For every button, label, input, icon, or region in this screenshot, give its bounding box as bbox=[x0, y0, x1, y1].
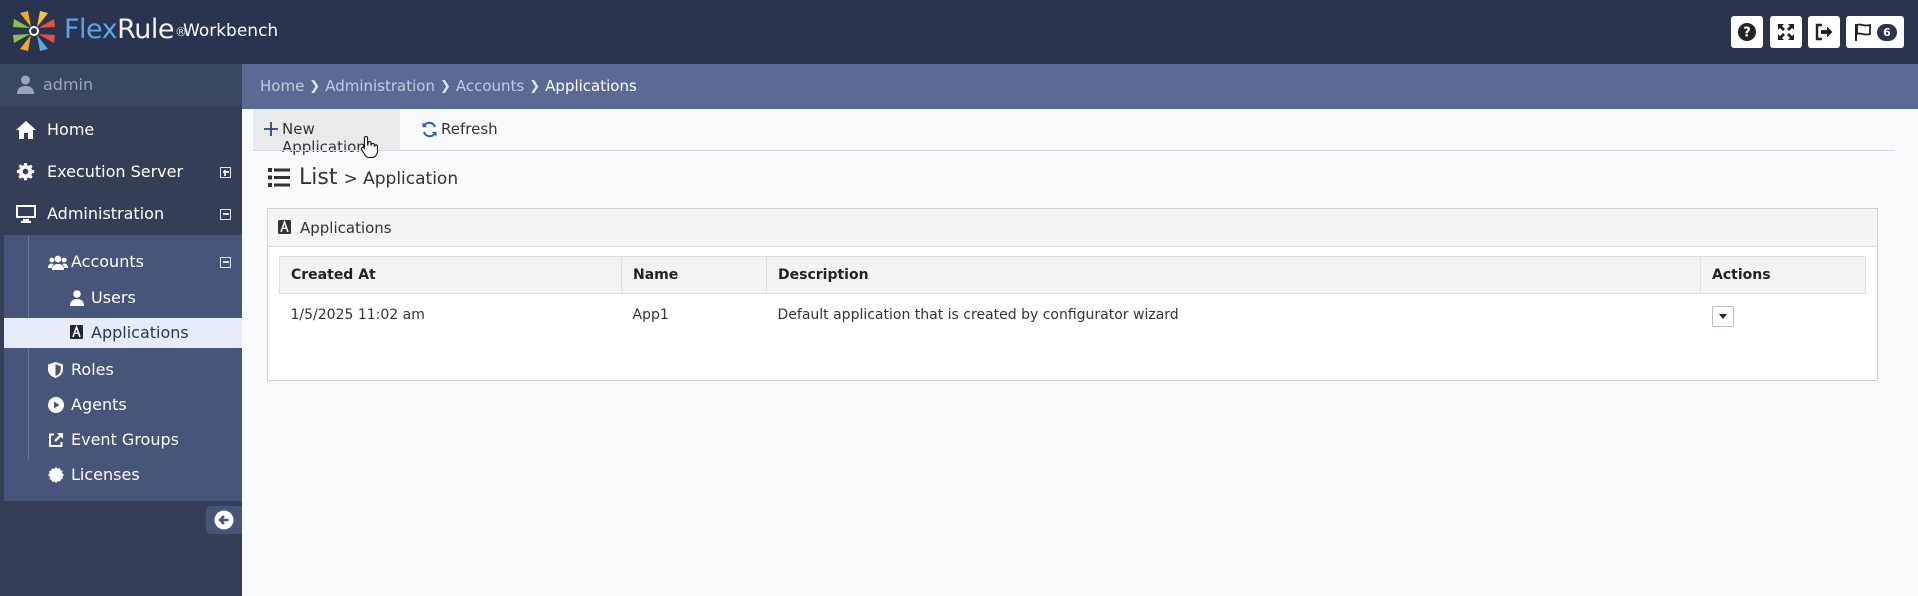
user-icon bbox=[70, 290, 84, 306]
refresh-icon bbox=[422, 121, 437, 138]
breadcrumb-current: Applications bbox=[545, 77, 637, 95]
breadcrumb: Home ❯ Administration ❯ Accounts ❯ Appli… bbox=[260, 77, 637, 95]
sidebar-item-execution-server[interactable]: Execution Server bbox=[0, 162, 242, 186]
breadcrumb-bar: Home ❯ Administration ❯ Accounts ❯ Appli… bbox=[242, 64, 1918, 109]
sidebar-item-event-groups[interactable]: Event Groups bbox=[48, 430, 242, 454]
monitor-icon bbox=[16, 205, 36, 223]
column-header-description[interactable]: Description bbox=[766, 256, 1701, 294]
collapse-icon[interactable] bbox=[220, 209, 231, 220]
flexrule-logo-icon bbox=[13, 11, 55, 51]
user-icon bbox=[17, 75, 34, 94]
expand-icon[interactable] bbox=[220, 167, 231, 178]
sign-out-icon bbox=[1815, 23, 1833, 41]
sidebar-item-users[interactable]: Users bbox=[70, 288, 220, 312]
top-bar: FlexRule® Workbench ? 6 bbox=[0, 0, 1918, 64]
cell-created-at: 1/5/2025 11:02 am bbox=[290, 307, 425, 324]
arrow-left-circle-icon bbox=[214, 510, 234, 530]
sidebar-item-home[interactable]: Home bbox=[0, 120, 242, 144]
panel-header: Applications bbox=[268, 209, 1877, 247]
sidebar-item-label: Event Groups bbox=[71, 430, 179, 449]
breadcrumb-home[interactable]: Home bbox=[260, 77, 304, 95]
sidebar: admin Home Execution Server Administrati… bbox=[0, 64, 242, 596]
column-header-created-at[interactable]: Created At bbox=[279, 256, 622, 294]
table-row[interactable]: 1/5/2025 11:02 am App1 Default applicati… bbox=[280, 294, 1866, 337]
column-header-actions: Actions bbox=[1700, 256, 1866, 294]
breadcrumb-administration[interactable]: Administration bbox=[325, 77, 435, 95]
sidebar-item-agents[interactable]: Agents bbox=[48, 395, 242, 419]
question-circle-icon: ? bbox=[1738, 23, 1756, 41]
column-header-name[interactable]: Name bbox=[621, 256, 767, 294]
toolbar-divider bbox=[253, 150, 1895, 151]
play-circle-icon bbox=[48, 397, 64, 413]
sidebar-item-label: Licenses bbox=[71, 465, 140, 484]
chevron-right-icon: ❯ bbox=[529, 78, 541, 94]
application-a-icon bbox=[278, 220, 291, 234]
sidebar-item-label: Users bbox=[91, 288, 136, 307]
sidebar-item-licenses[interactable]: Licenses bbox=[48, 465, 242, 489]
application-a-icon bbox=[70, 325, 83, 339]
brand-rule: Rule bbox=[117, 14, 174, 45]
sidebar-item-label: Administration bbox=[47, 204, 165, 223]
product-name: Workbench bbox=[183, 21, 279, 41]
notification-count-badge: 6 bbox=[1877, 23, 1897, 41]
current-user: admin bbox=[0, 64, 242, 106]
table-header-row: Created At Name Description Actions bbox=[279, 256, 1866, 294]
users-icon bbox=[48, 255, 68, 270]
gear-icon bbox=[16, 162, 35, 181]
page-title-text: List bbox=[299, 165, 338, 190]
flag-icon bbox=[1855, 23, 1872, 41]
hand-pointer-cursor-icon bbox=[360, 135, 378, 159]
sidebar-item-administration[interactable]: Administration bbox=[0, 204, 242, 228]
sidebar-item-label: Home bbox=[47, 120, 95, 139]
sidebar-item-label: Roles bbox=[71, 360, 114, 379]
caret-down-icon bbox=[1718, 314, 1727, 320]
plus-icon bbox=[264, 122, 278, 136]
svg-text:?: ? bbox=[1743, 26, 1751, 41]
fullscreen-button[interactable] bbox=[1770, 16, 1802, 48]
applications-panel: Applications Created At Name Description… bbox=[267, 208, 1878, 381]
cell-description: Default application that is created by c… bbox=[777, 307, 1179, 324]
certificate-icon bbox=[48, 467, 64, 483]
chevron-right-icon: ❯ bbox=[439, 78, 451, 94]
brand-flex: Flex bbox=[64, 14, 118, 45]
cell-actions bbox=[1701, 294, 1866, 337]
applications-table: Created At Name Description Actions 1/5/… bbox=[279, 256, 1866, 337]
brand-name: FlexRule® bbox=[64, 14, 187, 46]
refresh-button[interactable]: Refresh bbox=[412, 109, 512, 150]
refresh-label: Refresh bbox=[441, 120, 498, 138]
sidebar-item-accounts[interactable]: Accounts bbox=[48, 252, 242, 276]
breadcrumb-accounts[interactable]: Accounts bbox=[456, 77, 524, 95]
sidebar-collapse-button[interactable] bbox=[206, 506, 242, 534]
collapse-icon[interactable] bbox=[220, 257, 231, 268]
sidebar-item-label: Accounts bbox=[71, 252, 144, 271]
cell-name: App1 bbox=[632, 307, 669, 324]
list-icon bbox=[268, 168, 290, 187]
sidebar-item-roles[interactable]: Roles bbox=[48, 360, 242, 384]
page-subtitle: > Application bbox=[343, 169, 459, 189]
notifications-button[interactable]: 6 bbox=[1846, 16, 1904, 48]
expand-arrows-icon bbox=[1778, 24, 1794, 40]
row-actions-dropdown-button[interactable] bbox=[1711, 306, 1734, 328]
logout-button[interactable] bbox=[1808, 16, 1840, 48]
chevron-right-icon: ❯ bbox=[309, 78, 321, 94]
sidebar-item-label: Agents bbox=[71, 395, 127, 414]
external-link-icon bbox=[49, 433, 63, 447]
sidebar-item-label: Execution Server bbox=[47, 162, 184, 181]
user-name: admin bbox=[43, 75, 94, 94]
help-button[interactable]: ? bbox=[1731, 16, 1763, 48]
sidebar-item-label: Applications bbox=[91, 323, 189, 342]
sidebar-item-applications[interactable]: Applications bbox=[4, 318, 242, 348]
shield-icon bbox=[48, 362, 63, 378]
page-title: List > Application bbox=[268, 165, 458, 190]
home-icon bbox=[16, 121, 36, 139]
panel-title: Applications bbox=[300, 219, 392, 237]
